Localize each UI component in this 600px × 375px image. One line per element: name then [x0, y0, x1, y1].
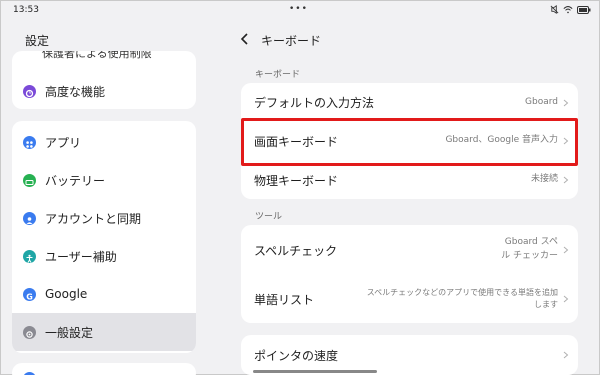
row-label: スペルチェック	[254, 243, 338, 258]
sidebar-item-parental-controls-cut[interactable]: 保護者による使用制限	[42, 51, 152, 61]
row-value: Gboard スペ ル チェッカー	[501, 236, 558, 264]
row-spell-checker[interactable]: スペルチェック Gboard スペ ル チェッカー	[241, 225, 578, 275]
sidebar-item-label: アカウントと同期	[45, 211, 142, 226]
sidebar-item-advanced-features[interactable]: 高度な機能	[12, 72, 196, 109]
chevron-right-icon	[563, 176, 569, 184]
row-value: Gboard	[525, 96, 558, 107]
back-button[interactable]	[237, 31, 253, 47]
pointer-card: ポインタの速度	[241, 335, 578, 375]
accessibility-icon	[23, 249, 36, 263]
row-value-line: スペルチェックなどのアプリで使用できる単語を追加	[366, 287, 558, 297]
sidebar-item-accessibility[interactable]: ユーザー補助	[12, 237, 196, 275]
row-value: 未接続	[530, 174, 558, 185]
status-bar: 13:53 •••	[1, 1, 600, 21]
chevron-right-icon	[563, 351, 569, 359]
chevron-right-icon	[563, 246, 569, 254]
wifi-icon	[563, 5, 573, 14]
row-label: 単語リスト	[254, 292, 315, 307]
row-label: ポインタの速度	[254, 348, 339, 363]
sidebar-item-general-settings[interactable]: 一般設定	[12, 313, 196, 351]
page-title: キーボード	[261, 34, 322, 48]
row-pointer-speed[interactable]: ポインタの速度	[241, 335, 578, 375]
section-label-tools: ツール	[255, 212, 283, 222]
row-default-input-method[interactable]: デフォルトの入力方法 Gboard	[241, 83, 578, 122]
row-value-line: します	[534, 300, 558, 309]
chevron-left-icon	[240, 33, 248, 45]
sidebar-title: 設定	[25, 34, 50, 48]
sidebar-card-main: アプリ バッテリー アカウントと同期 ユーザー補助 G Google 一般設定	[12, 121, 196, 353]
row-value-line: Gboard スペ	[504, 237, 558, 248]
sidebar-card-top: 保護者による使用制限 高度な機能	[12, 51, 196, 109]
battery-status-icon	[577, 5, 591, 14]
sidebar-item-label: 高度な機能	[45, 84, 106, 99]
chevron-right-icon	[563, 99, 569, 106]
row-label: 物理キーボード	[254, 173, 339, 188]
sidebar-item-label: 一般設定	[45, 325, 94, 340]
general-settings-icon	[23, 325, 36, 339]
row-label: デフォルトの入力方法	[254, 96, 375, 110]
apps-icon	[23, 135, 36, 149]
chevron-right-icon	[563, 295, 569, 303]
sidebar-item-google[interactable]: G Google	[12, 275, 196, 313]
settings-window: 13:53 ••• 設定 保護者による使用制限 高度な機能 アプリ バッテリー …	[0, 0, 600, 375]
google-icon: G	[23, 287, 36, 301]
svg-text:G: G	[26, 292, 33, 301]
mute-icon	[550, 5, 559, 14]
row-physical-keyboard[interactable]: 物理キーボード 未接続	[241, 161, 578, 199]
sidebar-item-accounts-sync[interactable]: アカウントと同期	[12, 199, 196, 237]
sidebar-item-label: アプリ	[45, 135, 82, 150]
section-label-keyboard: キーボード	[255, 70, 301, 80]
sidebar-item-battery[interactable]: バッテリー	[12, 161, 196, 199]
tools-card: スペルチェック Gboard スペ ル チェッカー 単語リスト スペルチェックな…	[241, 225, 578, 323]
sidebar-item-label: Google	[45, 287, 88, 301]
highlight-box	[241, 118, 578, 166]
row-value-line: ル チェッカー	[501, 251, 558, 261]
sidebar-item-label: バッテリー	[45, 173, 106, 188]
multitask-dots[interactable]: •••	[289, 4, 308, 14]
sidebar-item-label: ユーザー補助	[45, 249, 117, 264]
home-indicator[interactable]	[253, 370, 377, 373]
row-value: スペルチェックなどのアプリで使用できる単語を追加 します	[367, 287, 558, 312]
battery-icon	[23, 173, 36, 187]
status-time: 13:53	[13, 5, 39, 15]
row-word-list[interactable]: 単語リスト スペルチェックなどのアプリで使用できる単語を追加 します	[241, 275, 578, 323]
account-icon	[23, 211, 36, 225]
advanced-features-icon	[23, 84, 36, 98]
sidebar-card-bottom	[12, 363, 196, 375]
sidebar-item-apps[interactable]: アプリ	[12, 123, 196, 161]
status-icons	[550, 5, 591, 14]
